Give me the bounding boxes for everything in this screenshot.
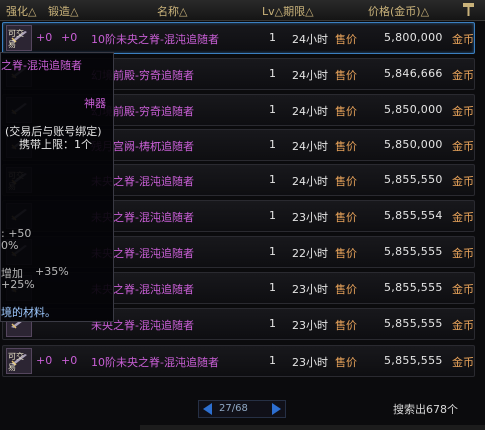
price-label: 售价 [335,283,357,296]
tooltip-type: 神器 [84,97,106,110]
price-value: 5,850,000 [384,103,443,116]
item-level: 1 [269,281,276,294]
time-limit: 24小时 [292,69,328,82]
forge-value: +0 [61,31,78,44]
time-limit: 23小时 [292,319,328,332]
price-label: 售价 [335,356,357,369]
tooltip-stat-3b: +35% [35,265,69,278]
item-level: 1 [269,138,276,151]
item-icon[interactable]: 可交易 [6,25,32,51]
time-limit: 24小时 [292,33,328,46]
col-enhance[interactable]: 强化△ [6,3,36,19]
time-limit: 23小时 [292,283,328,296]
price-value: 5,800,000 [384,31,443,44]
next-page-arrow-icon[interactable] [272,403,281,415]
pager: 27/68 [198,400,286,418]
tooltip-material: 境的材料。 [1,306,56,319]
price-label: 售价 [335,319,357,332]
price-label: 售价 [335,105,357,118]
col-name[interactable]: 名称△ [157,3,187,19]
currency-label: 金币 [452,140,474,153]
item-level: 1 [269,173,276,186]
enhance-value: +0 [36,31,53,44]
time-limit: 24小时 [292,175,328,188]
price-label: 售价 [335,69,357,82]
price-label: 售价 [335,247,357,260]
currency-label: 金币 [452,105,474,118]
item-icon[interactable]: 可交易 [6,348,32,374]
tooltip-stat-4: +25% [1,278,35,291]
time-limit: 24小时 [292,140,328,153]
price-value: 5,855,550 [384,173,443,186]
price-value: 5,850,000 [384,138,443,151]
listing-row[interactable]: 可交易 +0 +0 10阶未央之脊-混沌追随者 1 23小时 售价 5,855,555 金币 [2,345,475,377]
item-level: 1 [269,354,276,367]
currency-label: 金币 [452,319,474,332]
auction-window: 强化△ 锻造△ 名称△ Lv△期限△ 价格(金币)△ 可交易 +0 +0 10阶未央之… [0,0,485,430]
bottom-strip [140,425,485,430]
currency-label: 金币 [452,283,474,296]
col-level-limit[interactable]: Lv△期限△ [262,3,314,19]
col-forge[interactable]: 锻造△ [48,3,78,19]
time-limit: 23小时 [292,356,328,369]
item-level: 1 [269,31,276,44]
item-level: 1 [269,67,276,80]
page-indicator: 27/68 [219,403,248,414]
time-limit: 24小时 [292,105,328,118]
price-value: 5,855,555 [384,354,443,367]
currency-label: 金币 [452,247,474,260]
tooltip-stat-2: 0% [1,239,19,252]
price-value: 5,855,555 [384,245,443,258]
price-label: 售价 [335,211,357,224]
currency-label: 金币 [452,356,474,369]
item-name: 10阶未央之脊-混沌追随者 [91,356,219,369]
prev-page-arrow-icon[interactable] [203,403,212,415]
item-level: 1 [269,209,276,222]
price-value: 5,846,666 [384,67,443,80]
item-level: 1 [269,103,276,116]
forge-value: +0 [61,354,78,367]
price-value: 5,855,555 [384,317,443,330]
item-level: 1 [269,317,276,330]
tooltip-carry: 携带上限：1个 [19,138,92,151]
item-level: 1 [269,245,276,258]
price-value: 5,855,555 [384,281,443,294]
price-label: 售价 [335,175,357,188]
currency-label: 金币 [452,69,474,82]
time-limit: 22小时 [292,247,328,260]
column-header-bar: 强化△ 锻造△ 名称△ Lv△期限△ 价格(金币)△ [0,0,485,21]
tooltip-title: 之脊-混沌追随者 [1,59,82,72]
price-label: 售价 [335,33,357,46]
currency-label: 金币 [452,175,474,188]
currency-label: 金币 [452,211,474,224]
item-tooltip: 之脊-混沌追随者 神器 (交易后与账号绑定) 携带上限：1个 : +50 0% … [0,52,114,322]
listing-row[interactable]: 可交易 +0 +0 10阶未央之脊-混沌追随者 1 24小时 售价 5,800,000 金币 [2,22,475,54]
col-price[interactable]: 价格(金币)△ [368,3,429,19]
hammer-icon[interactable] [462,2,475,16]
tradable-tag: 可交易 [8,29,24,49]
currency-label: 金币 [452,33,474,46]
item-name: 10阶未央之脊-混沌追随者 [91,33,219,46]
price-value: 5,855,554 [384,209,443,222]
enhance-value: +0 [36,354,53,367]
price-label: 售价 [335,140,357,153]
time-limit: 23小时 [292,211,328,224]
tradable-tag: 可交易 [8,352,24,372]
result-count: 搜索出678个 [393,403,458,416]
